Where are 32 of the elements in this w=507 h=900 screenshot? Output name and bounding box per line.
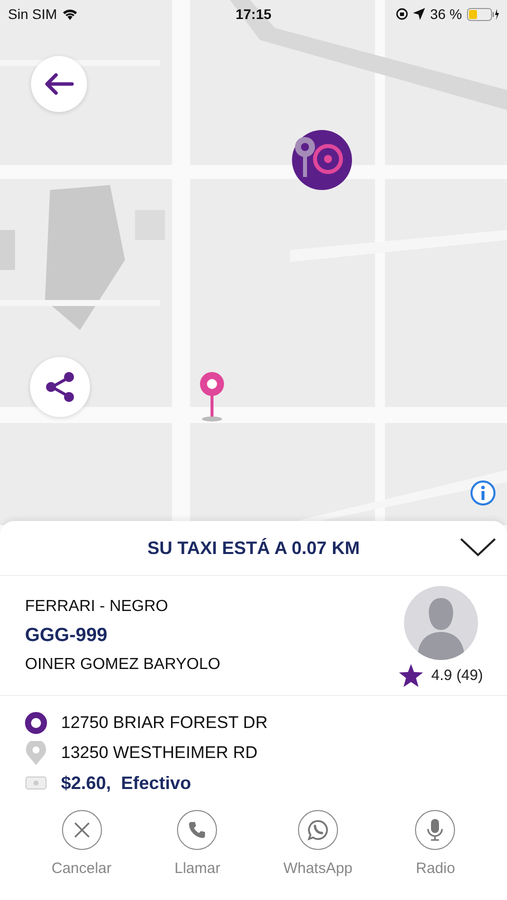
- wifi-icon: [62, 8, 78, 20]
- battery-percentage: 36 %: [430, 6, 462, 22]
- origin-address: 12750 BRIAR FOREST DR: [61, 713, 268, 733]
- rating-value: 4.9 (49): [431, 667, 483, 684]
- carrier-name: Sin SIM: [8, 6, 58, 22]
- star-icon: [399, 664, 424, 687]
- license-plate: GGG-999: [25, 625, 108, 647]
- location-arrow-icon: [413, 8, 426, 20]
- car-model: FERRARI - NEGRO: [25, 598, 170, 616]
- car-marker-icon: [291, 129, 353, 191]
- cancel-action-button[interactable]: Cancelar: [47, 806, 116, 881]
- close-icon: [72, 820, 92, 840]
- fare-and-payment: $2.60, Efectivo: [61, 772, 192, 794]
- cash-icon: [25, 775, 47, 791]
- rotation-lock-icon: [396, 8, 408, 20]
- distance-title: SU TAXI ESTÁ A 0.07 KM: [147, 538, 360, 558]
- call-action-button[interactable]: Llamar: [170, 806, 224, 881]
- pin-marker-icon: [197, 370, 227, 422]
- battery-icon: [467, 8, 499, 20]
- clock-time: 17:15: [236, 6, 272, 22]
- collapse-button[interactable]: [459, 537, 497, 557]
- destination-address: 13250 WESTHEIMER RD: [61, 743, 258, 763]
- microphone-icon: [425, 818, 446, 842]
- phone-icon: [187, 820, 208, 840]
- origin-icon: [25, 712, 47, 734]
- chevron-down-icon: [459, 537, 497, 557]
- whatsapp-action-button[interactable]: WhatsApp: [279, 806, 357, 881]
- back-arrow-icon: [44, 73, 74, 95]
- driver-name: OINER GOMEZ BARYOLO: [25, 656, 220, 674]
- chat-bubble-phone-icon: [306, 819, 329, 841]
- location-pin-icon: [25, 741, 47, 765]
- radio-action-button[interactable]: Radio: [411, 806, 460, 881]
